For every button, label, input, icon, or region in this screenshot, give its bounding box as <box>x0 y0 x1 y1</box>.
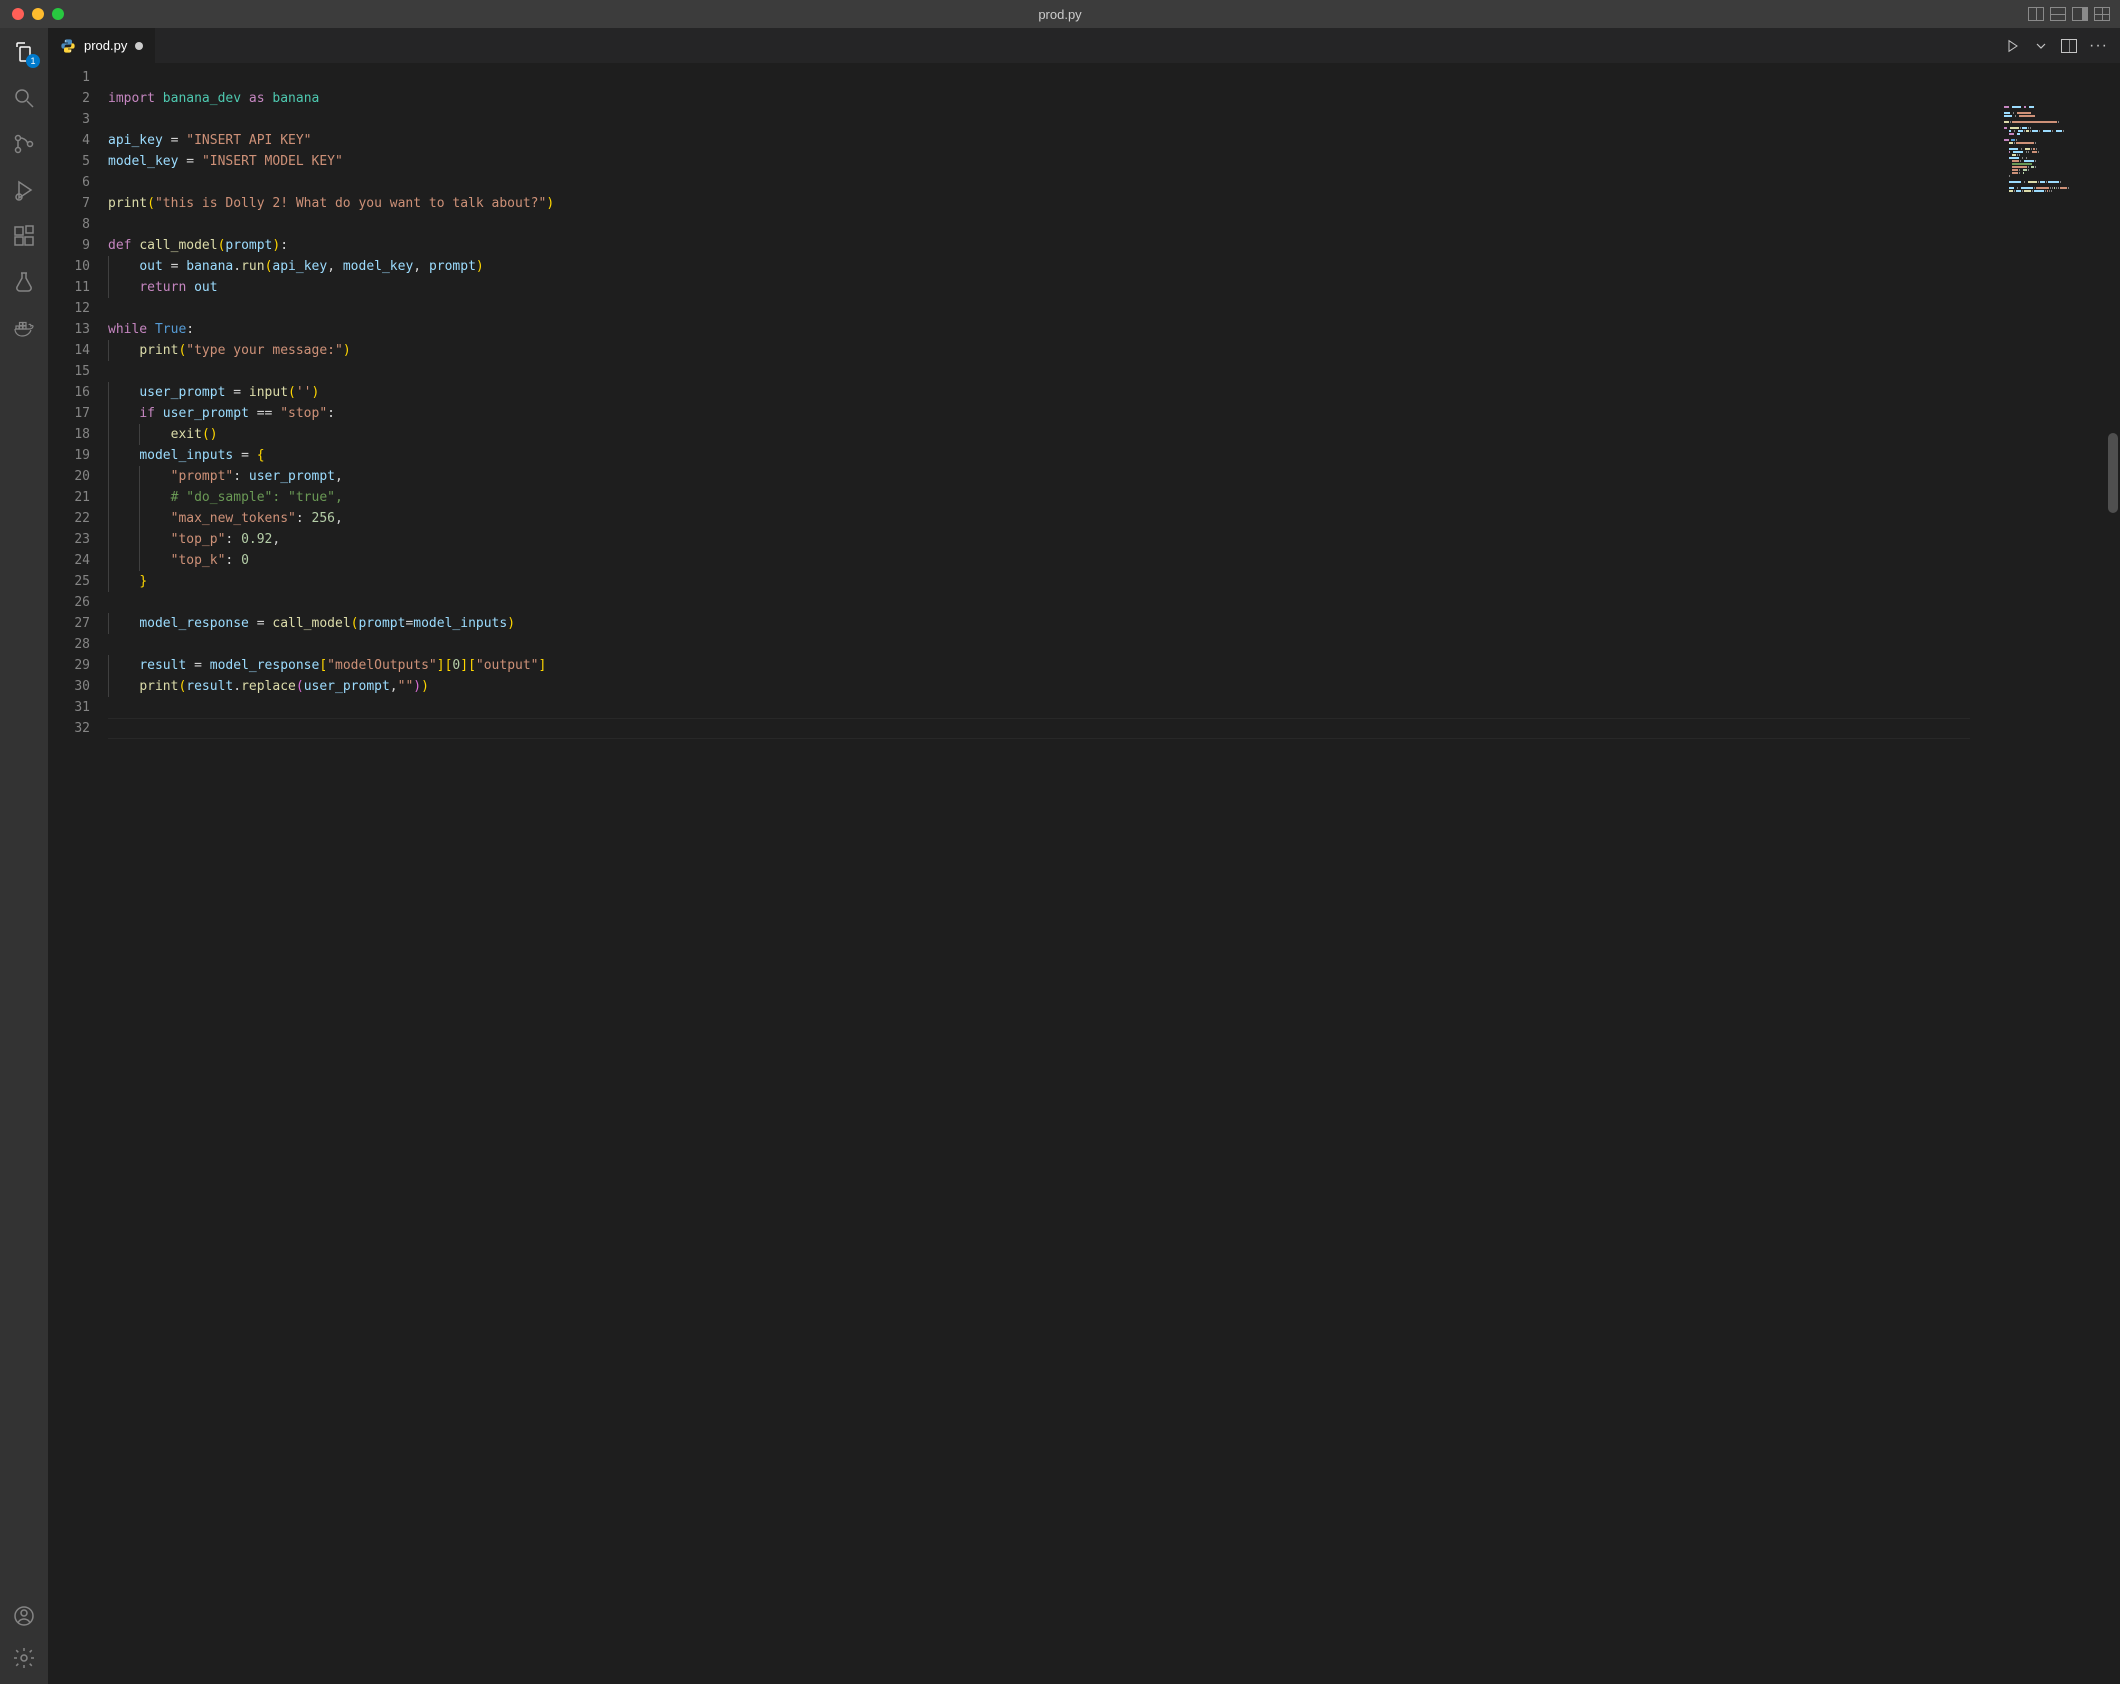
more-actions-button[interactable]: ··· <box>2089 37 2108 55</box>
editor-tabs: prod.py ··· <box>48 28 2120 63</box>
run-file-button[interactable] <box>2005 38 2021 54</box>
accounts-icon[interactable] <box>10 1602 38 1630</box>
window-title: prod.py <box>1038 7 1081 22</box>
layout-toggle-panel-icon[interactable] <box>2050 7 2066 21</box>
layout-customize-icon[interactable] <box>2094 7 2110 21</box>
window-controls <box>0 8 64 20</box>
scrollbar-thumb[interactable] <box>2108 433 2118 513</box>
editor-actions: ··· <box>2005 28 2120 63</box>
titlebar-layout-controls <box>2028 7 2120 21</box>
activity-bar: 1 <box>0 28 48 1684</box>
tab-dirty-indicator <box>135 42 143 50</box>
docker-icon[interactable] <box>10 314 38 342</box>
testing-icon[interactable] <box>10 268 38 296</box>
window-close-button[interactable] <box>12 8 24 20</box>
vertical-scrollbar[interactable] <box>2106 63 2120 1684</box>
split-editor-button[interactable] <box>2061 39 2077 53</box>
run-dropdown-button[interactable] <box>2033 38 2049 54</box>
code-content[interactable]: import banana_dev as banana api_key = "I… <box>108 63 2120 1684</box>
line-number-gutter: 1234567891011121314151617181920212223242… <box>48 63 108 1684</box>
explorer-icon[interactable]: 1 <box>10 38 38 66</box>
tab-label: prod.py <box>84 38 127 53</box>
window-minimize-button[interactable] <box>32 8 44 20</box>
layout-toggle-secondary-sidebar-icon[interactable] <box>2072 7 2088 21</box>
extensions-icon[interactable] <box>10 222 38 250</box>
explorer-badge: 1 <box>26 54 40 68</box>
run-debug-icon[interactable] <box>10 176 38 204</box>
source-control-icon[interactable] <box>10 130 38 158</box>
settings-gear-icon[interactable] <box>10 1644 38 1672</box>
layout-toggle-sidebar-icon[interactable] <box>2028 7 2044 21</box>
python-file-icon <box>60 38 76 54</box>
window-maximize-button[interactable] <box>52 8 64 20</box>
search-icon[interactable] <box>10 84 38 112</box>
editor-area: prod.py ··· <box>48 28 2120 1684</box>
title-bar: prod.py <box>0 0 2120 28</box>
code-editor[interactable]: 1234567891011121314151617181920212223242… <box>48 63 2120 1684</box>
tab-prod-py[interactable]: prod.py <box>48 28 156 63</box>
